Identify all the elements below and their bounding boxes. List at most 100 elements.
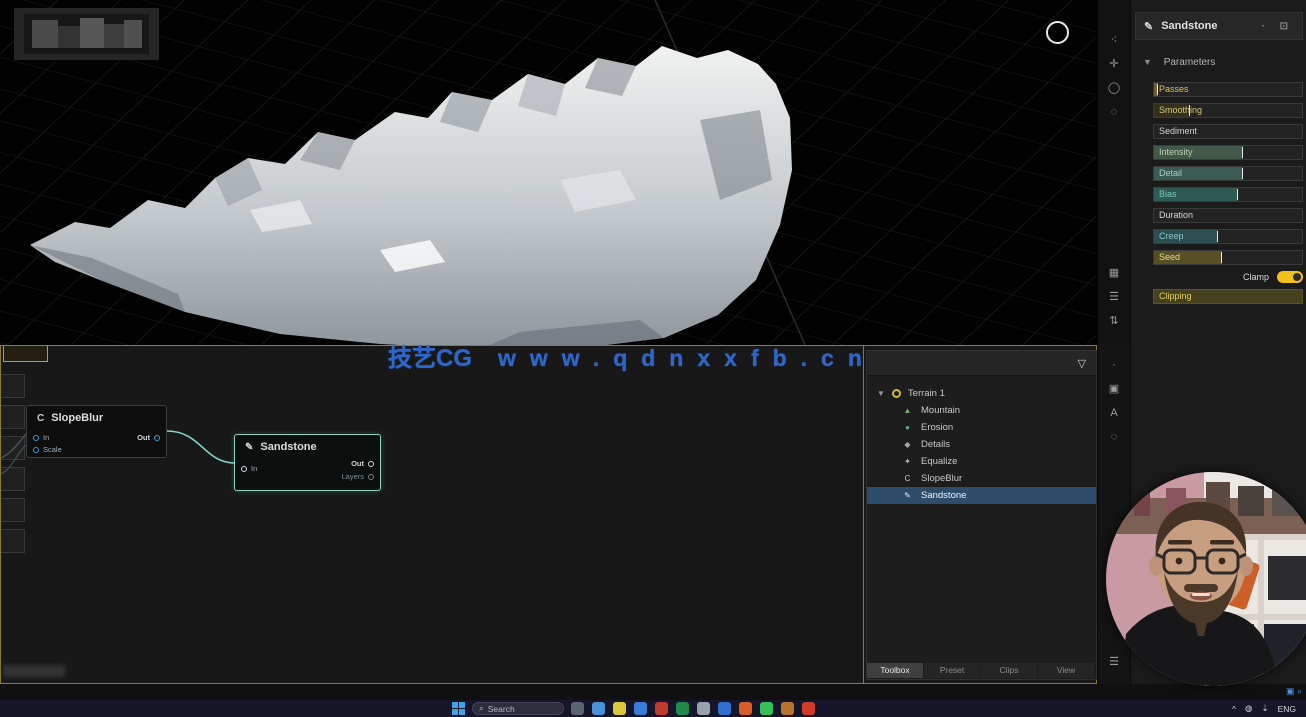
slider-label: Smoothing [1159, 104, 1202, 117]
tab-clips[interactable]: Clips [981, 663, 1037, 678]
tree-item-erosion[interactable]: ●Erosion [867, 419, 1096, 436]
slider-seed[interactable]: Seed [1153, 250, 1303, 265]
slider-intensity[interactable]: Intensity [1153, 145, 1303, 160]
layers-icon[interactable]: ☰ [1098, 285, 1130, 309]
node-stub[interactable] [1, 529, 25, 553]
node-stub[interactable] [1, 405, 25, 429]
perspective-grid [0, 0, 1097, 345]
slider-sediment[interactable]: Sediment [1153, 124, 1303, 139]
slider-caret [1221, 252, 1222, 263]
tree-item-label: Equalize [921, 456, 957, 467]
sun-light-icon[interactable]: ◯ [1098, 76, 1130, 100]
filter-icon[interactable]: ▽ [1078, 357, 1086, 370]
tree-item-label: Mountain [921, 405, 960, 416]
compass-ring-icon[interactable] [1046, 21, 1069, 44]
tree-root-terrain[interactable]: ▼Terrain 1 [867, 385, 1096, 402]
record-icon[interactable]: ◌ [1098, 425, 1130, 449]
network-status-icon: ▣ ⌕ [1286, 686, 1302, 697]
view-options-icon[interactable]: ⁖ [1098, 28, 1130, 52]
toggle-knob [1293, 273, 1301, 281]
sync-app[interactable] [718, 702, 731, 715]
app-window: ⁖✛◯◌ ▦☰⇅ ✎ Sandstone · ⊡ ▼ Parameters Pa… [0, 0, 1306, 717]
tree-item-label: SlopeBlur [921, 473, 962, 484]
tray-expand-icon[interactable]: ^ [1232, 704, 1236, 714]
clamp-toggle[interactable] [1277, 271, 1303, 283]
3d-viewport[interactable] [0, 0, 1097, 345]
tree-item-mountain[interactable]: ▲Mountain [867, 402, 1096, 419]
language-indicator[interactable]: ENG [1278, 704, 1296, 714]
parameter-sliders: Passes Smoothing Sediment Intensity Detail Bi… [1153, 82, 1303, 271]
offscreen-node-stubs [1, 374, 25, 560]
graph-sidebar-top: ·▣A◌ [1098, 353, 1130, 449]
grid-icon[interactable]: ▦ [1098, 261, 1130, 285]
slider-passes[interactable]: Passes [1153, 82, 1303, 97]
outliner-header: ▽ [867, 351, 1096, 376]
tree-item-slopeblur[interactable]: CSlopeBlur [867, 470, 1096, 487]
clipping-button[interactable]: Clipping [1153, 289, 1303, 304]
node-wires [1, 346, 863, 683]
slider-bias[interactable]: Bias [1153, 187, 1303, 202]
start-button[interactable] [452, 702, 465, 715]
notes-app[interactable] [613, 702, 626, 715]
pin-icon[interactable]: · [1098, 353, 1130, 377]
properties-header[interactable]: ✎ Sandstone · ⊡ [1135, 12, 1303, 40]
network-icon[interactable]: ◍ [1245, 703, 1252, 714]
media-app[interactable] [655, 702, 668, 715]
tab-preset[interactable]: Preset [924, 663, 980, 678]
brown-app[interactable] [781, 702, 794, 715]
slider-smoothing[interactable]: Smoothing [1153, 103, 1303, 118]
tab-view[interactable]: View [1038, 663, 1094, 678]
alert-app[interactable] [802, 702, 815, 715]
port-out[interactable]: Out [137, 433, 160, 442]
parameters-section-header[interactable]: ▼ Parameters [1143, 57, 1215, 68]
axis-gizmo-icon[interactable]: ✛ [1098, 52, 1130, 76]
file-explorer-app[interactable] [592, 702, 605, 715]
node-stub[interactable] [1, 498, 25, 522]
port-scale[interactable]: Scale [33, 445, 62, 454]
annotate-icon[interactable]: A [1098, 401, 1130, 425]
graph-scrollbar[interactable] [3, 665, 65, 677]
menu-icon[interactable]: ☰ [1098, 650, 1130, 674]
port-out[interactable]: Out [351, 459, 374, 468]
recorder-app[interactable] [676, 702, 689, 715]
taskbar-search[interactable]: ⌕ Search [472, 702, 564, 715]
tree-item-equalize[interactable]: ✦Equalize [867, 453, 1096, 470]
task-view-app[interactable] [571, 702, 584, 715]
orbit-camera-icon[interactable]: ◌ [1098, 100, 1130, 124]
port-in[interactable]: In [241, 464, 257, 473]
node-sandstone[interactable]: ✎ Sandstone In Out Layers [234, 434, 381, 491]
search-icon: ⌕ [479, 703, 484, 714]
port-in[interactable]: In [33, 433, 49, 442]
chevron-down-icon: ▼ [1143, 57, 1152, 67]
update-icon[interactable]: ⇣ [1261, 703, 1268, 714]
snapshot-icon[interactable]: ▣ [1098, 377, 1130, 401]
tree-item-details[interactable]: ◆Details [867, 436, 1096, 453]
node-title: SlopeBlur [51, 412, 103, 424]
slopeblur-icon: C [37, 413, 44, 424]
tree-item-label: Sandstone [921, 490, 966, 501]
header-options-icons[interactable]: · ⊡ [1262, 21, 1295, 32]
graph-tab-handle[interactable] [3, 346, 48, 362]
port-dot [368, 474, 374, 480]
node-stub[interactable] [1, 467, 25, 491]
slider-label: Duration [1159, 209, 1193, 222]
slider-duration[interactable]: Duration [1153, 208, 1303, 223]
clamp-toggle-row: Clamp [1153, 270, 1303, 284]
slider-creep[interactable]: Creep [1153, 229, 1303, 244]
chat-app[interactable] [760, 702, 773, 715]
node-stub[interactable] [1, 374, 25, 398]
port-layers[interactable]: Layers [341, 472, 374, 481]
browser-app[interactable] [634, 702, 647, 715]
node-title: Sandstone [260, 441, 316, 453]
node-slopeblur[interactable]: C SlopeBlur In Scale Out [26, 405, 167, 458]
censored-logo [14, 8, 159, 60]
slider-detail[interactable]: Detail [1153, 166, 1303, 181]
utility-app[interactable] [697, 702, 710, 715]
outliner-panel: ▽ ▼Terrain 1▲Mountain●Erosion◆Details✦Eq… [866, 350, 1097, 680]
tree-item-sandstone[interactable]: ✎Sandstone [867, 487, 1096, 504]
swap-view-icon[interactable]: ⇅ [1098, 309, 1130, 333]
tab-toolbox[interactable]: Toolbox [867, 663, 923, 678]
orange-app[interactable] [739, 702, 752, 715]
node-stub[interactable] [1, 436, 25, 460]
chevron-down-icon: ▼ [877, 389, 885, 398]
